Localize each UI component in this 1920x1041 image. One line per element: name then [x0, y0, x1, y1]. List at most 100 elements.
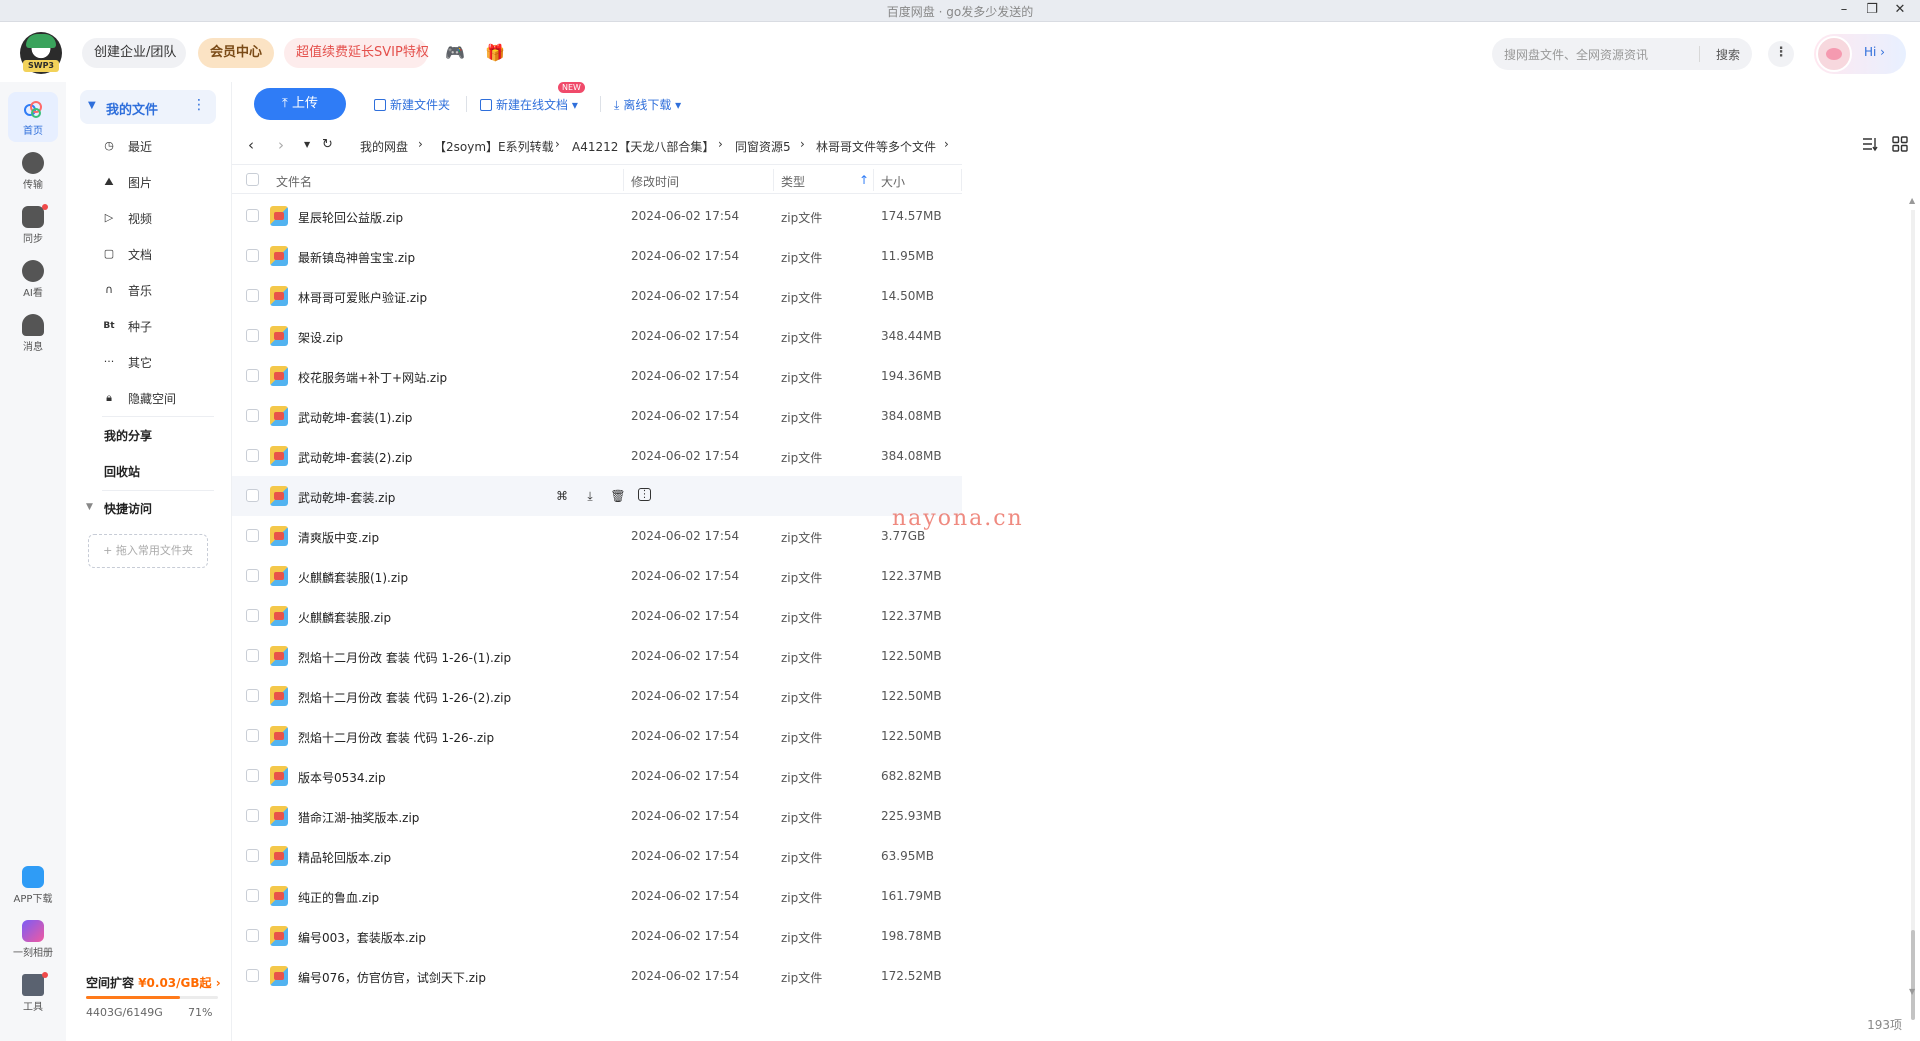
- row-checkbox[interactable]: [246, 369, 259, 382]
- search-input[interactable]: 搜网盘文件、全网资源资讯: [1504, 46, 1648, 63]
- file-name[interactable]: 火麒麟套装服(1).zip: [298, 569, 408, 586]
- scroll-down-icon[interactable]: ▼: [1909, 987, 1915, 996]
- file-name[interactable]: 星辰轮回公益版.zip: [298, 209, 403, 226]
- refresh-icon[interactable]: ↻: [322, 137, 333, 152]
- search-box[interactable]: 搜网盘文件、全网资源资讯 搜索: [1492, 38, 1752, 70]
- file-name[interactable]: 烈焰十二月份改 套装 代码 1-26-.zip: [298, 729, 494, 746]
- avatar[interactable]: [1816, 36, 1852, 72]
- search-button[interactable]: 搜索: [1716, 46, 1740, 63]
- gamepad-icon[interactable]: 🎮: [444, 42, 466, 64]
- table-row[interactable]: 星辰轮回公益版.zip 2024-06-02 17:54 zip文件 174.57MB: [232, 196, 962, 236]
- table-row[interactable]: 清爽版中变.zip 2024-06-02 17:54 zip文件 3.77GB: [232, 516, 962, 556]
- sidebar-item-other[interactable]: ··· 其它: [102, 347, 222, 377]
- sidebar-my-share[interactable]: 我的分享: [104, 427, 152, 444]
- sidebar-item-torrents[interactable]: Bt 种子: [102, 311, 222, 341]
- select-all-checkbox[interactable]: [246, 173, 259, 186]
- table-row[interactable]: 猎命江湖-抽奖版本.zip 2024-06-02 17:54 zip文件 225.93…: [232, 796, 962, 836]
- rail-app-download[interactable]: APP下载: [8, 860, 58, 910]
- user-profile[interactable]: Hi ›: [1814, 34, 1906, 74]
- file-name[interactable]: 烈焰十二月份改 套装 代码 1-26-(2).zip: [298, 689, 511, 706]
- offline-download-button[interactable]: ⤓ 离线下载 ▾: [614, 96, 681, 113]
- forward-arrow-icon[interactable]: ›: [278, 136, 284, 154]
- file-name[interactable]: 校花服务端+补丁+网站.zip: [298, 369, 447, 386]
- column-type[interactable]: 类型: [781, 173, 805, 190]
- row-checkbox[interactable]: [246, 889, 259, 902]
- sidebar-item-videos[interactable]: ▷ 视频: [102, 203, 222, 233]
- my-files-menu-icon[interactable]: ⋮: [192, 97, 206, 113]
- new-folder-button[interactable]: 新建文件夹: [374, 96, 450, 113]
- row-checkbox[interactable]: [246, 649, 259, 662]
- minimize-icon[interactable]: –: [1830, 0, 1858, 22]
- row-checkbox[interactable]: [246, 209, 259, 222]
- column-name[interactable]: 文件名: [276, 173, 312, 190]
- file-name[interactable]: 烈焰十二月份改 套装 代码 1-26-(1).zip: [298, 649, 511, 666]
- breadcrumb-item[interactable]: 【2soym】E系列转载: [434, 138, 554, 155]
- scrollbar-thumb[interactable]: [1911, 930, 1915, 1020]
- row-checkbox[interactable]: [246, 409, 259, 422]
- sidebar-item-docs[interactable]: ▢ 文档: [102, 239, 222, 269]
- table-row[interactable]: 武动乾坤-套装.zip ⌘ ⤓ 🗑︎ ⋮: [232, 476, 962, 516]
- row-checkbox[interactable]: [246, 449, 259, 462]
- table-row[interactable]: 火麒麟套装服(1).zip 2024-06-02 17:54 zip文件 122.37…: [232, 556, 962, 596]
- back-arrow-icon[interactable]: ‹: [248, 136, 254, 154]
- storage-promo[interactable]: 空间扩容 ¥0.03/GB起 ›: [86, 974, 221, 991]
- create-team-button[interactable]: 创建企业/团队: [82, 38, 186, 68]
- file-name[interactable]: 猎命江湖-抽奖版本.zip: [298, 809, 419, 826]
- file-name[interactable]: 武动乾坤-套装(2).zip: [298, 449, 412, 466]
- download-icon[interactable]: ⤓: [582, 488, 598, 504]
- history-dropdown-icon[interactable]: ▼: [304, 140, 310, 149]
- file-name[interactable]: 精品轮回版本.zip: [298, 849, 391, 866]
- table-row[interactable]: 最新镇岛神兽宝宝.zip 2024-06-02 17:54 zip文件 11.95MB: [232, 236, 962, 276]
- file-name[interactable]: 清爽版中变.zip: [298, 529, 379, 546]
- scrollbar-track[interactable]: [1911, 210, 1915, 980]
- new-online-doc-button[interactable]: 新建在线文档 ▾: [480, 96, 578, 113]
- table-row[interactable]: 烈焰十二月份改 套装 代码 1-26-.zip 2024-06-02 17:54 z…: [232, 716, 962, 756]
- column-divider[interactable]: [961, 169, 962, 191]
- file-name[interactable]: 最新镇岛神兽宝宝.zip: [298, 249, 415, 266]
- row-checkbox[interactable]: [246, 969, 259, 982]
- sidebar-quick-access[interactable]: 快捷访问: [104, 500, 152, 517]
- file-name[interactable]: 火麒麟套装服.zip: [298, 609, 391, 626]
- rail-ai[interactable]: AI看: [8, 254, 58, 304]
- rail-sync[interactable]: 同步: [8, 200, 58, 250]
- file-name[interactable]: 纯正的鲁血.zip: [298, 889, 379, 906]
- sidebar-item-images[interactable]: ⛰ 图片: [102, 167, 222, 197]
- breadcrumb-item[interactable]: 我的网盘: [360, 138, 408, 155]
- file-name[interactable]: 编号003，套装版本.zip: [298, 929, 426, 946]
- sidebar-item-music[interactable]: ∩ 音乐: [102, 275, 222, 305]
- rail-transfer[interactable]: 传输: [8, 146, 58, 196]
- file-name[interactable]: 编号076，仿官仿官，试剑天下.zip: [298, 969, 486, 986]
- column-size[interactable]: 大小: [881, 173, 905, 190]
- vertical-scrollbar[interactable]: ▲ ▼: [1908, 196, 1918, 1020]
- table-row[interactable]: 架设.zip 2024-06-02 17:54 zip文件 348.44MB: [232, 316, 962, 356]
- row-checkbox[interactable]: [246, 249, 259, 262]
- gift-icon[interactable]: 🎁: [484, 42, 506, 64]
- row-checkbox[interactable]: [246, 329, 259, 342]
- row-checkbox[interactable]: [246, 289, 259, 302]
- table-row[interactable]: 精品轮回版本.zip 2024-06-02 17:54 zip文件 63.95MB: [232, 836, 962, 876]
- breadcrumb-item[interactable]: A41212【天龙八部合集】: [572, 138, 714, 155]
- column-divider[interactable]: [873, 169, 874, 191]
- file-name[interactable]: 林哥哥可爱账户验证.zip: [298, 289, 427, 306]
- rail-tools[interactable]: 工具: [8, 968, 58, 1018]
- row-checkbox[interactable]: [246, 769, 259, 782]
- row-checkbox[interactable]: [246, 729, 259, 742]
- table-row[interactable]: 烈焰十二月份改 套装 代码 1-26-(1).zip 2024-06-02 17:…: [232, 636, 962, 676]
- table-row[interactable]: 烈焰十二月份改 套装 代码 1-26-(2).zip 2024-06-02 17:…: [232, 676, 962, 716]
- svip-promo-button[interactable]: 超值续费延长SVIP特权: [284, 38, 429, 68]
- file-name[interactable]: 武动乾坤-套装.zip: [298, 489, 395, 506]
- rail-album[interactable]: 一刻相册: [8, 914, 58, 964]
- upload-button[interactable]: ⤒ 上传: [254, 88, 346, 120]
- column-time[interactable]: 修改时间: [631, 173, 679, 190]
- rail-home[interactable]: 首页: [8, 92, 58, 142]
- row-checkbox[interactable]: [246, 929, 259, 942]
- table-row[interactable]: 武动乾坤-套装(1).zip 2024-06-02 17:54 zip文件 384.0…: [232, 396, 962, 436]
- row-checkbox[interactable]: [246, 529, 259, 542]
- file-name[interactable]: 架设.zip: [298, 329, 343, 346]
- sort-ascending-icon[interactable]: ↑: [859, 173, 869, 187]
- table-row[interactable]: 校花服务端+补丁+网站.zip 2024-06-02 17:54 zip文件 194.…: [232, 356, 962, 396]
- breadcrumb-current[interactable]: 林哥哥文件等多个文件: [816, 138, 936, 155]
- vip-center-button[interactable]: 会员中心: [198, 38, 274, 68]
- file-name[interactable]: 武动乾坤-套装(1).zip: [298, 409, 412, 426]
- row-checkbox[interactable]: [246, 809, 259, 822]
